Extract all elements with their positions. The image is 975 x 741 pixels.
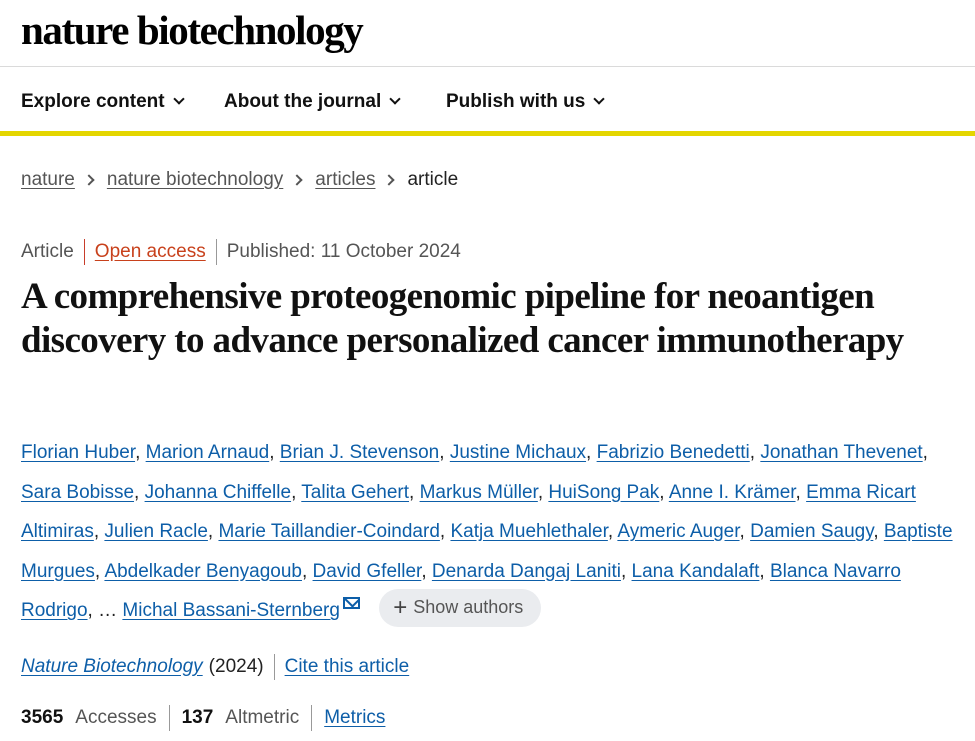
- author-separator: ,: [439, 521, 451, 542]
- article-metrics: 3565 Accesses 137 Altmetric Metrics: [21, 705, 385, 731]
- citation-year: (2024): [208, 656, 264, 677]
- author-link[interactable]: Brian J. Stevenson: [280, 442, 439, 463]
- metrics-link[interactable]: Metrics: [324, 707, 385, 729]
- author-link[interactable]: Denarda Dangaj Laniti: [432, 561, 621, 582]
- author-separator: ,: [620, 560, 632, 582]
- altmetric-score: 137: [181, 707, 214, 728]
- journal-logo[interactable]: nature biotechnology: [21, 6, 364, 54]
- author-link[interactable]: Sara Bobisse: [21, 482, 134, 503]
- author-link[interactable]: Justine Michaux: [450, 442, 586, 463]
- metrics-divider: [168, 705, 170, 731]
- show-authors-label: Show authors: [413, 597, 524, 618]
- author-link[interactable]: Florian Huber: [21, 442, 135, 463]
- author-link[interactable]: Anne I. Krämer: [669, 482, 796, 503]
- author-separator: ,: [795, 481, 807, 503]
- author-link[interactable]: Marion Arnaud: [146, 442, 270, 463]
- author-separator: ,: [759, 560, 770, 582]
- author-link[interactable]: Lana Kandalaft: [632, 561, 760, 582]
- chevron-down-icon: [389, 93, 401, 105]
- journal-link[interactable]: Nature Biotechnology: [21, 656, 203, 678]
- author-link[interactable]: Markus Müller: [420, 482, 538, 503]
- open-access-link[interactable]: Open access: [95, 241, 206, 263]
- author-separator: ,: [873, 521, 884, 542]
- nav-item-label: Explore content: [21, 91, 165, 112]
- chevron-right-icon: [291, 174, 303, 186]
- author-link[interactable]: Julien Racle: [104, 521, 208, 542]
- author-link[interactable]: Aymeric Auger: [617, 521, 739, 542]
- citation-divider: [273, 654, 275, 680]
- author-link[interactable]: Abdelkader Benyagoub: [104, 561, 302, 582]
- chevron-right-icon: [383, 174, 396, 186]
- breadcrumb: nature nature biotechnology articles art…: [21, 169, 458, 191]
- nav-item-label: Publish with us: [446, 91, 586, 112]
- author-separator: ,: [134, 481, 145, 503]
- author-link[interactable]: Katja Muehlethaler: [450, 521, 607, 542]
- main-nav: Explore content About the journal Publis…: [0, 67, 975, 136]
- author-link[interactable]: Marie Taillandier-Coindard: [218, 521, 439, 542]
- accesses-label: Accesses: [75, 707, 157, 728]
- author-separator: ,: [922, 442, 928, 463]
- author-link[interactable]: Talita Gehert: [301, 482, 409, 503]
- author-separator: ,: [659, 481, 669, 503]
- author-separator: ,: [87, 600, 99, 621]
- altmetric-label: Altmetric: [225, 707, 300, 728]
- author-link[interactable]: David Gfeller: [313, 561, 422, 582]
- breadcrumb-link-nature[interactable]: nature: [21, 169, 75, 191]
- breadcrumb-current: article: [407, 169, 459, 190]
- author-separator: ,: [409, 481, 420, 503]
- corresponding-author-link[interactable]: Michal Bassani-Sternberg: [122, 600, 340, 621]
- author-link[interactable]: Johanna Chiffelle: [145, 482, 291, 503]
- author-separator: ,: [93, 521, 105, 542]
- author-separator: ,: [207, 521, 219, 542]
- author-separator: ,: [301, 560, 313, 582]
- author-link[interactable]: Fabrizio Benedetti: [597, 442, 750, 463]
- author-separator: ,: [421, 560, 432, 582]
- author-separator: ,: [586, 442, 597, 463]
- author-list: Florian Huber, Marion Arnaud, Brian J. S…: [21, 433, 961, 631]
- chevron-down-icon: [172, 93, 185, 105]
- author-link[interactable]: Damien Saugy: [750, 521, 873, 542]
- site-header: nature biotechnology: [0, 0, 975, 67]
- author-separator: ,: [749, 442, 761, 463]
- authors-ellipsis: …: [98, 600, 118, 621]
- plus-icon: +: [393, 593, 408, 621]
- accesses-count: 3565: [21, 707, 64, 728]
- author-link[interactable]: Jonathan Thevenet: [760, 442, 922, 463]
- chevron-right-icon: [83, 174, 95, 186]
- author-separator: ,: [607, 521, 618, 542]
- author-separator: ,: [94, 560, 105, 582]
- article-title: A comprehensive proteogenomic pipeline f…: [21, 276, 904, 361]
- author-separator: ,: [739, 521, 751, 542]
- chevron-down-icon: [593, 93, 606, 105]
- nav-publish-with-us[interactable]: Publish with us: [446, 91, 606, 113]
- show-authors-button[interactable]: + Show authors: [379, 588, 542, 627]
- nav-item-label: About the journal: [224, 91, 382, 112]
- article-meta: Article Open access Published: 11 Octobe…: [21, 239, 461, 265]
- breadcrumb-link-journal[interactable]: nature biotechnology: [107, 169, 283, 191]
- published-date: Published: 11 October 2024: [226, 241, 461, 262]
- article-type: Article: [21, 241, 74, 262]
- cite-article-link[interactable]: Cite this article: [285, 656, 410, 678]
- author-separator: ,: [537, 481, 549, 503]
- nav-about-journal[interactable]: About the journal: [224, 91, 401, 113]
- breadcrumb-link-articles[interactable]: articles: [315, 169, 375, 191]
- metrics-divider: [311, 705, 313, 731]
- author-separator: ,: [135, 442, 146, 463]
- author-separator: ,: [269, 442, 280, 463]
- author-separator: ,: [439, 442, 450, 463]
- envelope-icon[interactable]: [342, 597, 360, 609]
- nav-explore-content[interactable]: Explore content: [21, 91, 185, 113]
- author-separator: ,: [291, 481, 302, 503]
- author-link[interactable]: HuiSong Pak: [548, 482, 659, 503]
- meta-divider: [83, 239, 85, 265]
- meta-divider: [215, 239, 217, 265]
- citation-bar: Nature Biotechnology (2024) Cite this ar…: [21, 654, 409, 680]
